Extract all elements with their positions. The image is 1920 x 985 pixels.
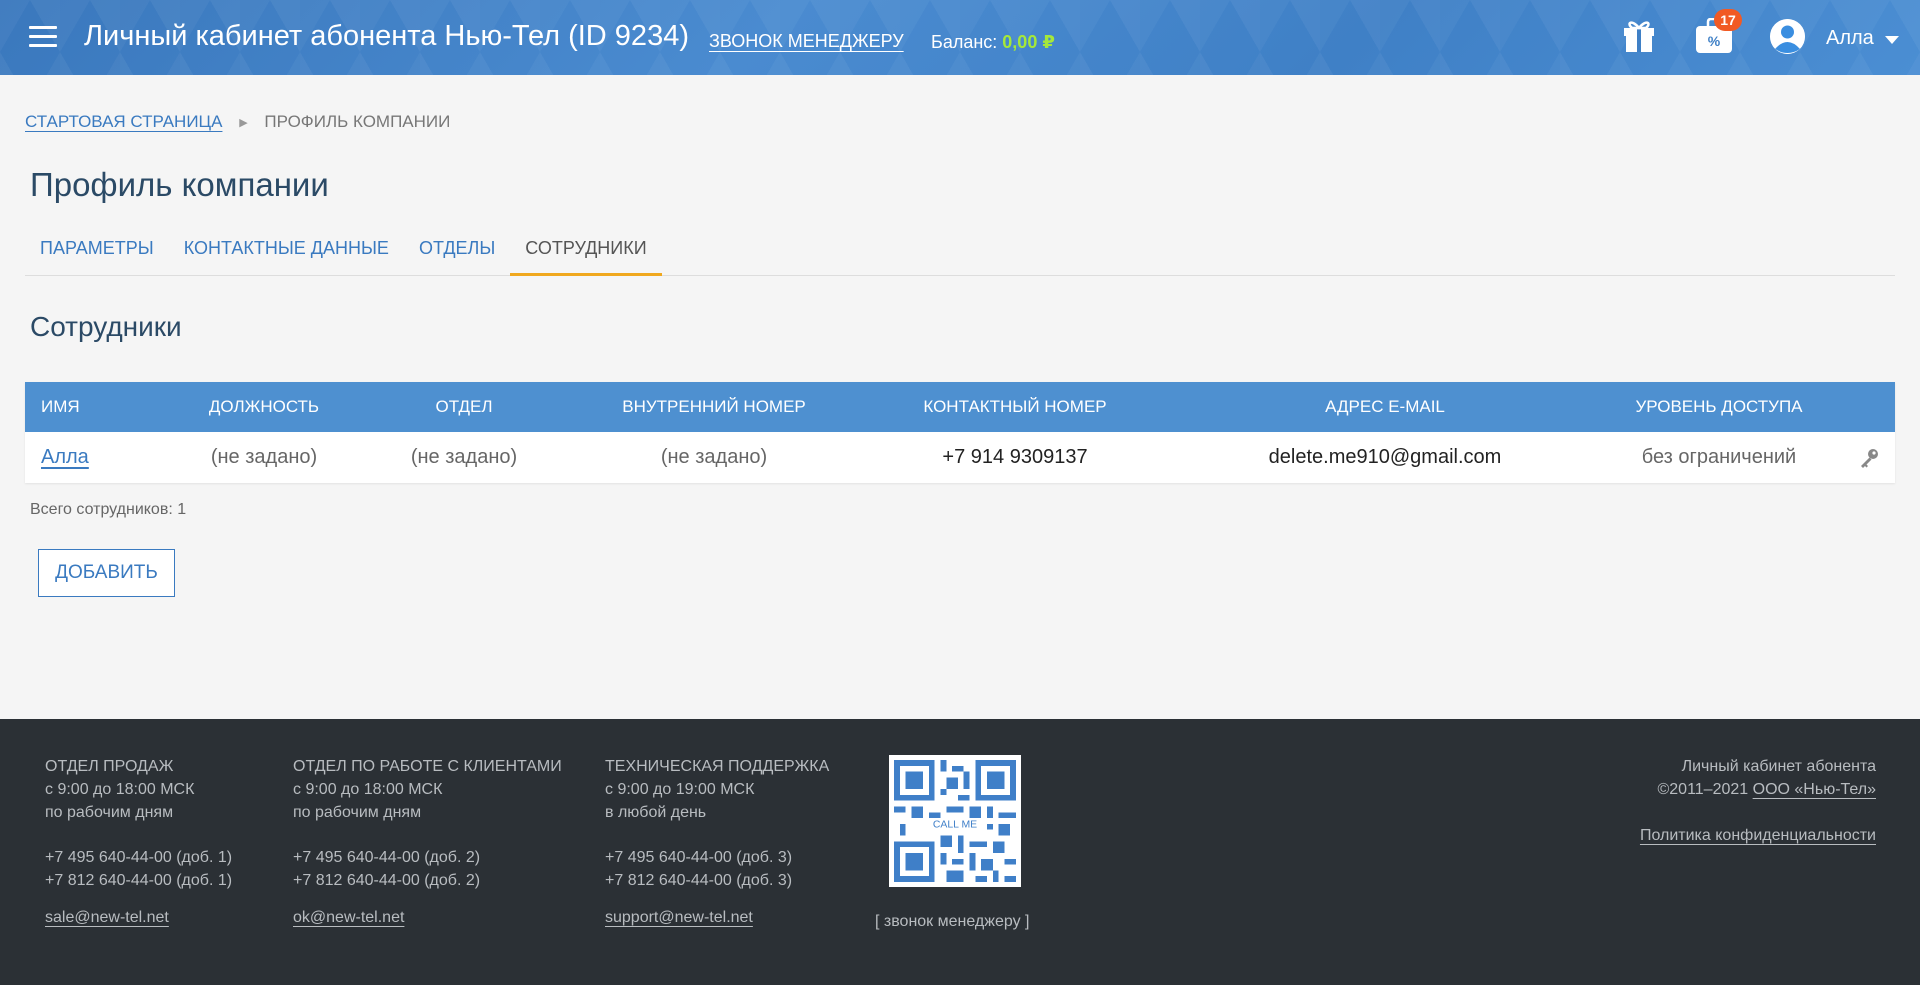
user-avatar-icon[interactable]	[1770, 19, 1805, 54]
key-icon[interactable]	[1858, 447, 1880, 469]
promo-badge: 17	[1714, 9, 1742, 31]
app-title: Личный кабинет абонента Нью-Тел (ID 9234…	[84, 20, 689, 52]
column-header-access-level: УРОВЕНЬ ДОСТУПА	[1635, 397, 1803, 416]
footer-privacy-link[interactable]: Политика конфиденциальности	[1640, 827, 1876, 844]
employee-name-link[interactable]: Алла	[41, 446, 89, 468]
breadcrumb-separator-icon: ▶	[239, 117, 248, 130]
footer-clients-title: ОТДЕЛ ПО РАБОТЕ С КЛИЕНТАМИ	[293, 758, 562, 775]
employee-email: delete.me910@gmail.com	[1268, 446, 1502, 468]
call-manager-link[interactable]: ЗВОНОК МЕНЕДЖЕРУ	[709, 31, 904, 52]
footer-support-phone2: +7 812 640-44-00 (доб. 3)	[605, 872, 793, 889]
footer-sales-email-link[interactable]: sale@new-tel.net	[45, 909, 169, 926]
top-header: Личный кабинет абонента Нью-Тел (ID 9234…	[0, 0, 1920, 75]
balance-value: 0,00 ₽	[1002, 32, 1055, 52]
breadcrumb-current: ПРОФИЛЬ КОМПАНИИ	[264, 112, 451, 131]
qr-code[interactable]: CALL ME	[889, 755, 1021, 887]
footer-copyright: ©2011–2021 ООО «Нью-Тел»	[1640, 778, 1876, 801]
column-header-department: ОТДЕЛ	[435, 397, 493, 416]
breadcrumb: СТАРТОВАЯ СТРАНИЦА ▶ ПРОФИЛЬ КОМПАНИИ	[25, 112, 450, 132]
footer-clients-hours: с 9:00 до 18:00 МСК	[293, 781, 443, 798]
balance-label: Баланс:	[931, 32, 998, 52]
column-header-contact-number: КОНТАКТНЫЙ НОМЕР	[923, 397, 1107, 416]
column-header-email: АДРЕС E-MAIL	[1325, 397, 1445, 416]
qr-call-manager-link[interactable]: [ звонок менеджеру ]	[875, 913, 1029, 931]
table-header: ИМЯ ДОЛЖНОСТЬ ОТДЕЛ ВНУТРЕННИЙ НОМЕР КОН…	[25, 382, 1895, 432]
footer-clients-days: по рабочим дням	[293, 804, 422, 821]
footer-clients-email-link[interactable]: ok@new-tel.net	[293, 909, 404, 926]
table-row: Алла (не задано) (не задано) (не задано)…	[25, 432, 1895, 483]
tab-parameters[interactable]: ПАРАМЕТРЫ	[25, 232, 169, 276]
tab-employees[interactable]: СОТРУДНИКИ	[510, 232, 662, 276]
page-title: Профиль компании	[30, 166, 329, 203]
balance: Баланс: 0,00 ₽	[931, 32, 1055, 53]
breadcrumb-home-link[interactable]: СТАРТОВАЯ СТРАНИЦА	[25, 112, 222, 131]
qr-code-icon: CALL ME	[894, 760, 1016, 882]
footer-support-hours: с 9:00 до 19:00 МСК	[605, 781, 755, 798]
footer-clients: ОТДЕЛ ПО РАБОТЕ С КЛИЕНТАМИ с 9:00 до 18…	[293, 755, 562, 929]
column-header-position: ДОЛЖНОСТЬ	[208, 397, 320, 416]
employee-department: (не задано)	[410, 446, 518, 468]
footer-clients-phone1: +7 495 640-44-00 (доб. 2)	[293, 849, 481, 866]
employee-position: (не задано)	[210, 446, 318, 468]
menu-icon[interactable]	[29, 26, 57, 48]
svg-text:%: %	[1708, 33, 1721, 49]
footer-copyright-years: ©2011–2021	[1657, 781, 1749, 798]
caret-down-icon[interactable]	[1885, 36, 1899, 44]
footer-company-link[interactable]: ООО «Нью-Тел»	[1753, 781, 1876, 798]
qr-text: CALL ME	[933, 819, 977, 830]
add-employee-button[interactable]: ДОБАВИТЬ	[38, 549, 175, 597]
footer: ОТДЕЛ ПРОДАЖ с 9:00 до 18:00 МСК по рабо…	[0, 719, 1920, 985]
footer-right: Личный кабинет абонента ©2011–2021 ООО «…	[1640, 755, 1876, 847]
footer-sales-phone1: +7 495 640-44-00 (доб. 1)	[45, 849, 233, 866]
footer-sales-title: ОТДЕЛ ПРОДАЖ	[45, 758, 174, 775]
employee-phone: +7 914 9309137	[942, 446, 1088, 468]
employees-table: ИМЯ ДОЛЖНОСТЬ ОТДЕЛ ВНУТРЕННИЙ НОМЕР КОН…	[25, 382, 1895, 483]
footer-support-email-link[interactable]: support@new-tel.net	[605, 909, 753, 926]
employee-internal-number: (не задано)	[660, 446, 768, 468]
footer-sales-phone2: +7 812 640-44-00 (доб. 1)	[45, 872, 233, 889]
gift-icon[interactable]	[1622, 17, 1656, 53]
footer-clients-phone2: +7 812 640-44-00 (доб. 2)	[293, 872, 481, 889]
footer-cabinet-label: Личный кабинет абонента	[1681, 758, 1876, 775]
tabs: ПАРАМЕТРЫ КОНТАКТНЫЕ ДАННЫЕ ОТДЕЛЫ СОТРУ…	[25, 232, 1895, 276]
footer-support-phone1: +7 495 640-44-00 (доб. 3)	[605, 849, 793, 866]
total-employees: Всего сотрудников: 1	[30, 501, 187, 518]
column-header-internal-number: ВНУТРЕННИЙ НОМЕР	[622, 397, 806, 416]
footer-sales-days: по рабочим дням	[45, 804, 174, 821]
footer-sales: ОТДЕЛ ПРОДАЖ с 9:00 до 18:00 МСК по рабо…	[45, 755, 232, 929]
footer-support-title: ТЕХНИЧЕСКАЯ ПОДДЕРЖКА	[605, 758, 830, 775]
tab-departments[interactable]: ОТДЕЛЫ	[404, 232, 510, 276]
user-name[interactable]: Алла	[1826, 27, 1874, 50]
column-header-name: ИМЯ	[41, 397, 80, 416]
footer-support: ТЕХНИЧЕСКАЯ ПОДДЕРЖКА с 9:00 до 19:00 МС…	[605, 755, 829, 929]
section-title: Сотрудники	[30, 311, 182, 342]
footer-sales-hours: с 9:00 до 18:00 МСК	[45, 781, 195, 798]
footer-support-days: в любой день	[605, 804, 707, 821]
tab-contacts[interactable]: КОНТАКТНЫЕ ДАННЫЕ	[169, 232, 404, 276]
employee-access-level: без ограничений	[1641, 446, 1797, 468]
